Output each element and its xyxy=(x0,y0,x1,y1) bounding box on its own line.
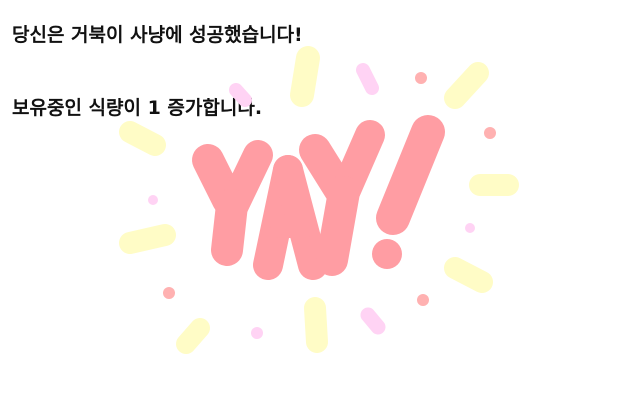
burst-dots xyxy=(148,63,496,339)
letter-y-second xyxy=(299,120,385,276)
letter-a xyxy=(253,155,328,280)
exclamation-dot xyxy=(372,239,402,269)
yay-burst-illustration xyxy=(119,46,519,354)
letter-y-first xyxy=(192,140,273,266)
letter-exclamation xyxy=(376,115,445,235)
burst-rays xyxy=(119,46,519,354)
